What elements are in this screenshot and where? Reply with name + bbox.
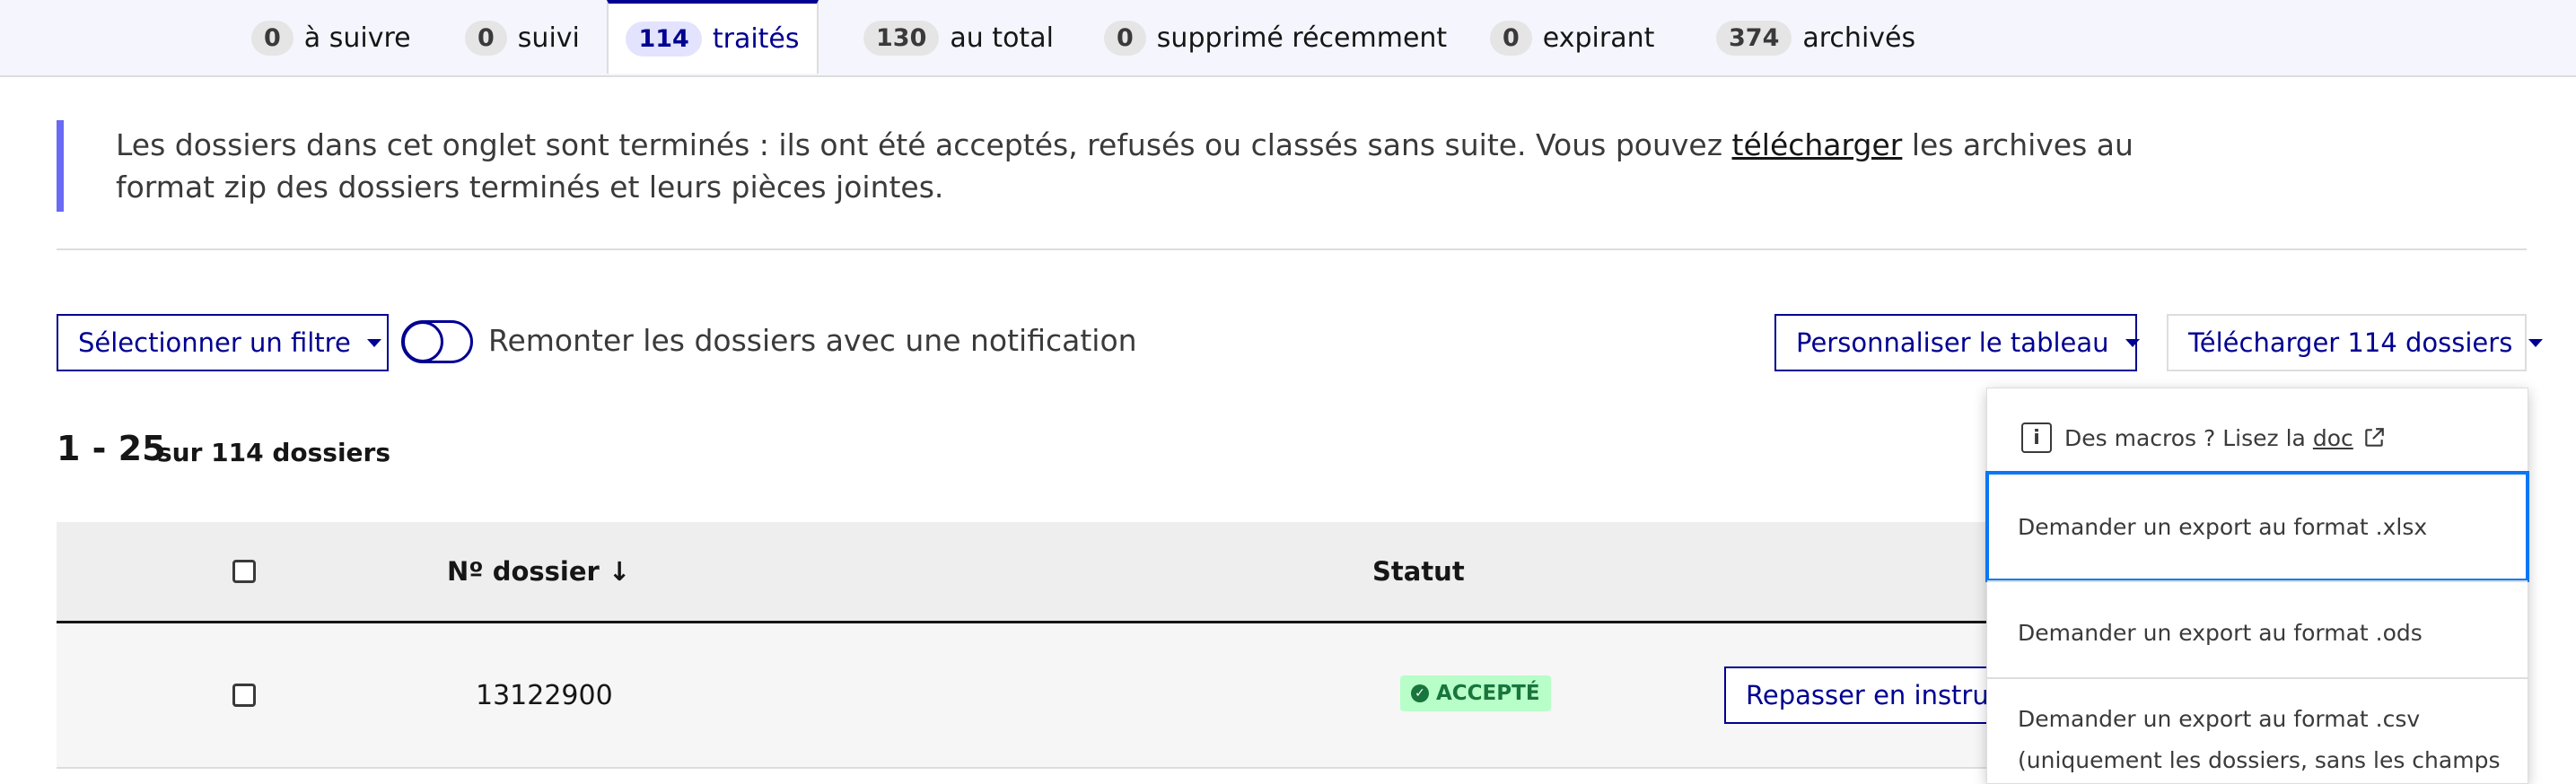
tab-count-badge: 0 [465, 20, 507, 56]
tab-suivi[interactable]: 0 suivi [465, 0, 580, 75]
check-circle-icon: ✓ [1411, 684, 1429, 702]
tab-label: au total [950, 22, 1054, 54]
column-header-number[interactable]: Nº dossier ↓ [447, 556, 630, 587]
tab-archives[interactable]: 374 archivés [1716, 0, 1915, 75]
tab-label: à suivre [303, 22, 411, 54]
download-archives-link[interactable]: télécharger [1732, 127, 1903, 162]
tab-count-badge: 374 [1716, 20, 1792, 56]
callout-text: Les dossiers dans cet onglet sont termin… [116, 127, 1732, 162]
tab-count-badge: 130 [863, 20, 940, 56]
tab-label: traités [712, 22, 800, 55]
tab-label: archivés [1802, 22, 1916, 54]
export-ods-item[interactable]: Demander un export au format .ods [1987, 582, 2528, 683]
macros-hint: i Des macros ? Lisez la doc [2021, 422, 2386, 453]
caret-down-icon [366, 338, 381, 347]
caret-down-icon [2528, 338, 2544, 347]
export-csv-item[interactable]: Demander un export au format .csv [1987, 699, 2528, 738]
row-checkbox[interactable] [232, 684, 256, 707]
tab-count-badge: 0 [1490, 20, 1532, 56]
customize-table-button[interactable]: Personnaliser le tableau [1774, 314, 2140, 371]
pagination-total: sur 114 dossiers [157, 438, 391, 467]
column-header-status[interactable]: Statut [1372, 556, 1465, 587]
tab-label: supprimé récemment [1156, 22, 1448, 54]
status-badge: ✓ ACCEPTÉ [1400, 675, 1551, 711]
export-csv-note: (uniquement les dossiers, sans les champ… [2018, 746, 2501, 773]
download-dossiers-button[interactable]: Télécharger 114 dossiers [2167, 314, 2544, 371]
toggle-label: Remonter les dossiers avec une notificat… [488, 323, 1137, 358]
column-header-number-label: Nº dossier [447, 556, 600, 587]
divider [57, 248, 2527, 250]
tab-bar: 0 à suivre 0 suivi 114 traités 130 au to… [0, 0, 2576, 77]
tab-label: suivi [517, 22, 580, 54]
pagination-range: 1 - 25 [57, 429, 166, 468]
tab-supprime-recemment[interactable]: 0 supprimé récemment [1104, 0, 1447, 75]
toggle-knob [402, 321, 443, 362]
menu-divider [1987, 677, 2528, 679]
macros-hint-text: Des macros ? Lisez la [2064, 424, 2306, 451]
download-button-label: Télécharger 114 dossiers [2188, 327, 2513, 358]
tab-au-total[interactable]: 130 au total [863, 0, 1054, 75]
notification-toggle[interactable] [401, 320, 473, 363]
status-badge-label: ACCEPTÉ [1436, 682, 1540, 705]
filter-button-label: Sélectionner un filtre [78, 327, 351, 358]
tab-count-badge: 0 [251, 20, 294, 56]
dossier-number[interactable]: 13122900 [476, 680, 613, 711]
info-icon: i [2021, 422, 2052, 453]
doc-link[interactable]: doc [2313, 425, 2353, 451]
customize-button-label: Personnaliser le tableau [1796, 327, 2109, 358]
tab-a-suivre[interactable]: 0 à suivre [251, 0, 411, 75]
tab-traites[interactable]: 114 traités [607, 0, 819, 74]
tab-count-badge: 114 [626, 21, 702, 57]
arrow-down-icon: ↓ [608, 556, 631, 587]
caret-down-icon [2125, 338, 2140, 347]
info-callout: Les dossiers dans cet onglet sont termin… [57, 120, 2175, 212]
tab-label: expirant [1542, 22, 1655, 54]
select-all-checkbox[interactable] [232, 560, 256, 583]
reinstruct-button[interactable]: Repasser en instruction [1724, 666, 2011, 724]
download-menu: i Des macros ? Lisez la doc Demander un … [1985, 388, 2529, 784]
external-link-icon [2365, 428, 2384, 447]
export-xlsx-item[interactable]: Demander un export au format .xlsx [1985, 471, 2529, 582]
reinstruct-button-label: Repasser en instruction [1746, 680, 2010, 710]
tab-expirant[interactable]: 0 expirant [1490, 0, 1654, 75]
filter-button[interactable]: Sélectionner un filtre [57, 314, 389, 371]
tab-count-badge: 0 [1104, 20, 1146, 56]
